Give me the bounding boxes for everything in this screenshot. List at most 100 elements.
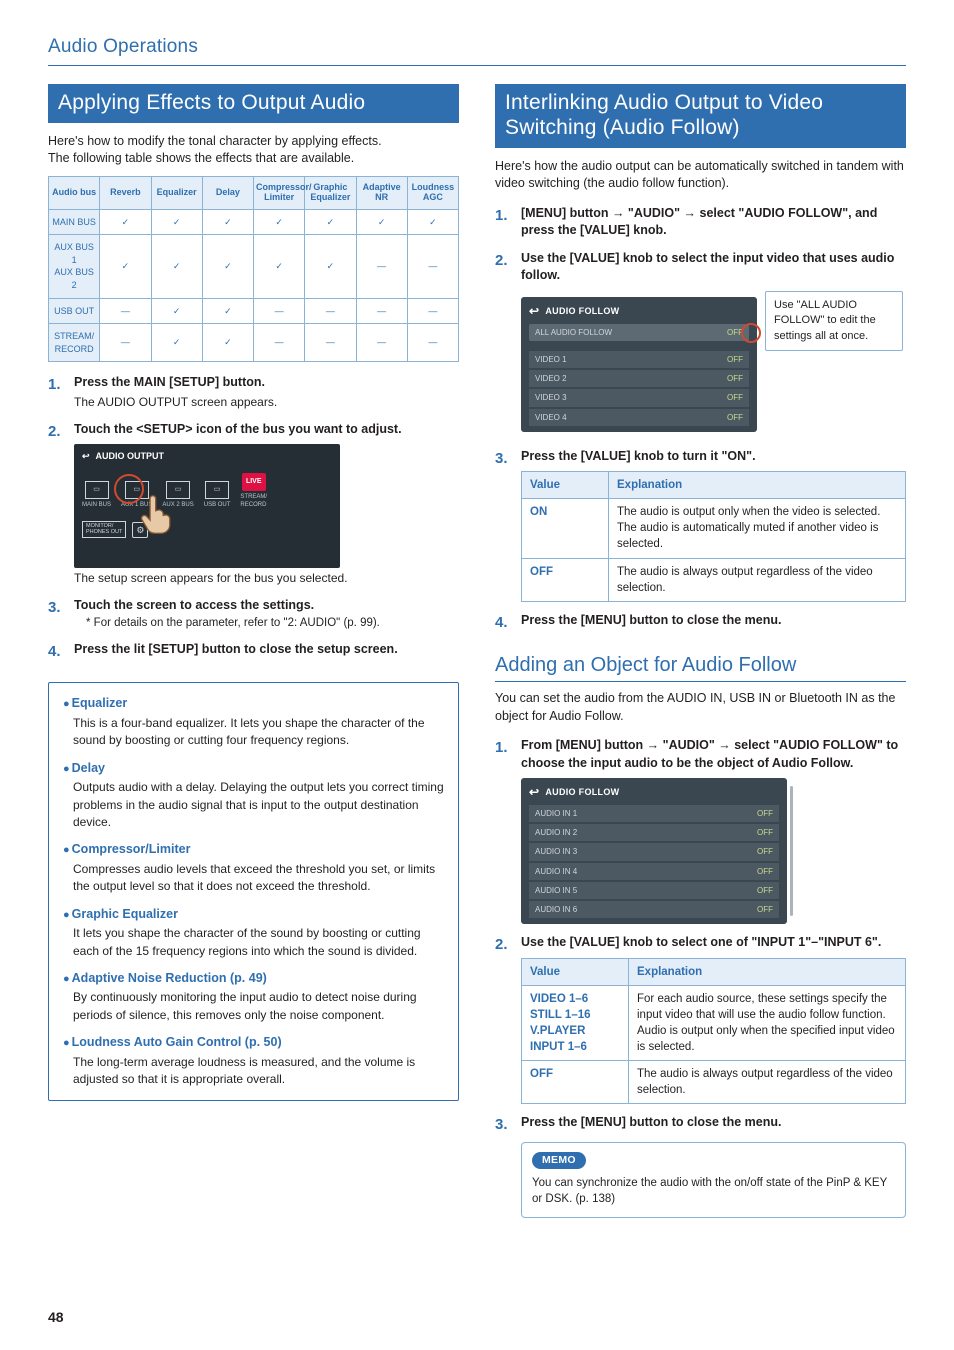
gear-icon: ⚙ [132, 522, 148, 538]
scrollbar-icon [790, 786, 793, 916]
effects-cell: ✓ [100, 235, 151, 298]
effects-cell: — [254, 298, 305, 324]
bullet-text: The long-term average loudness is measur… [73, 1054, 444, 1089]
screen-row: AUDIO IN 3OFF [529, 843, 779, 860]
screen-row: AUDIO IN 1OFF [529, 805, 779, 822]
right-steps-b: From [MENU] button → "AUDIO" → select "A… [495, 737, 906, 1132]
effects-cell: — [254, 324, 305, 362]
audio-follow-screen-b: ↩AUDIO FOLLOW AUDIO IN 1OFFAUDIO IN 2OFF… [521, 778, 787, 924]
effects-row-header: USB OUT [49, 298, 100, 324]
callout-ring-icon [741, 323, 761, 343]
effects-cell: ✓ [254, 235, 305, 298]
bullet-heading: Delay [63, 760, 444, 778]
effects-row-header: AUX BUS 1AUX BUS 2 [49, 235, 100, 298]
value-table-b: Value Explanation VIDEO 1–6STILL 1–16V.P… [521, 958, 906, 1105]
screen-row: AUDIO IN 2OFF [529, 824, 779, 841]
right-title: Interlinking Audio Output to Video Switc… [495, 84, 906, 148]
ra-step1: [MENU] button → "AUDIO" → select "AUDIO … [521, 205, 906, 240]
sub-intro: You can set the audio from the AUDIO IN,… [495, 690, 906, 725]
memo-box: MEMO You can synchronize the audio with … [521, 1142, 906, 1218]
bullet-text: It lets you shape the character of the s… [73, 925, 444, 960]
highlight-ring-icon [114, 474, 144, 504]
value-cell: OFF [522, 1061, 629, 1104]
asterisk-note: * For details on the parameter, refer to… [86, 615, 459, 631]
screen-row: VIDEO 1OFF [529, 351, 749, 368]
step-note: The AUDIO OUTPUT screen appears. [74, 394, 459, 411]
explanation-cell: For each audio source, these settings sp… [629, 985, 906, 1060]
left-steps: Press the MAIN [SETUP] button. The AUDIO … [48, 374, 459, 658]
step-title: Press the MAIN [SETUP] button. [74, 374, 459, 392]
effects-cell: — [100, 324, 151, 362]
step-title: Touch the screen to access the settings. [74, 597, 459, 615]
effects-col-header: Equalizer [151, 176, 202, 209]
effects-cell: ✓ [202, 235, 253, 298]
effects-cell: ✓ [407, 209, 458, 235]
bullet-heading: Adaptive Noise Reduction (p. 49) [63, 970, 444, 988]
effects-row-header: MAIN BUS [49, 209, 100, 235]
bullet-heading: Graphic Equalizer [63, 906, 444, 924]
header-rule [48, 65, 906, 66]
ra-step2: Use the [VALUE] knob to select the input… [521, 250, 906, 285]
effects-cell: ✓ [151, 298, 202, 324]
memo-tag: MEMO [532, 1152, 586, 1169]
effects-cell: ✓ [202, 298, 253, 324]
back-arrow-icon: ↩ [82, 450, 90, 463]
value-cell: VIDEO 1–6STILL 1–16V.PLAYERINPUT 1–6 [522, 985, 629, 1060]
bus-tile: ▭MAIN BUS [82, 481, 111, 509]
value-cell: ON [522, 499, 609, 558]
step-title: Press the lit [SETUP] button to close th… [74, 641, 459, 659]
effects-cell: ✓ [202, 209, 253, 235]
left-title: Applying Effects to Output Audio [48, 84, 459, 123]
rb-step1: From [MENU] button → "AUDIO" → select "A… [521, 737, 906, 772]
step-note: The setup screen appears for the bus you… [74, 570, 459, 587]
effects-cell: — [356, 324, 407, 362]
effects-cell: — [356, 235, 407, 298]
effects-cell: ✓ [100, 209, 151, 235]
bullet-heading: Loudness Auto Gain Control (p. 50) [63, 1034, 444, 1052]
back-arrow-icon: ↩ [529, 303, 539, 320]
bullet-text: By continuously monitoring the input aud… [73, 989, 444, 1024]
ra-step3: Press the [VALUE] knob to turn it "ON". [521, 448, 906, 466]
effects-col-header: GraphicEqualizer [305, 176, 356, 209]
effects-cell: — [407, 324, 458, 362]
effects-col-header: AdaptiveNR [356, 176, 407, 209]
bus-tile: LIVESTREAM/RECORD [240, 473, 267, 510]
screen-row: AUDIO IN 6OFF [529, 901, 779, 918]
explanation-cell: The audio is output only when the video … [609, 499, 906, 558]
effects-cell: — [305, 324, 356, 362]
left-intro-2: The following table shows the effects th… [48, 150, 459, 168]
screen-row: AUDIO IN 5OFF [529, 882, 779, 899]
bullet-heading: Equalizer [63, 695, 444, 713]
effects-cell: — [356, 298, 407, 324]
effects-cell: ✓ [151, 209, 202, 235]
audio-output-screen: ↩AUDIO OUTPUT▭MAIN BUS▭AUX 1 BUS▭AUX 2 B… [74, 444, 340, 568]
effects-cell: — [100, 298, 151, 324]
left-intro-1: Here's how to modify the tonal character… [48, 133, 459, 151]
effects-col-header: Reverb [100, 176, 151, 209]
effects-cell: ✓ [356, 209, 407, 235]
bus-tile: ▭USB OUT [204, 481, 231, 509]
right-steps-a: [MENU] button → "AUDIO" → select "AUDIO … [495, 205, 906, 629]
effects-cell: ✓ [254, 209, 305, 235]
rb-step3: Press the [MENU] button to close the men… [521, 1114, 906, 1132]
bullet-heading: Compressor/Limiter [63, 841, 444, 859]
effects-col-header: Delay [202, 176, 253, 209]
section-header: Audio Operations [48, 34, 906, 61]
bullet-text: Outputs audio with a delay. Delaying the… [73, 779, 444, 831]
effects-descriptions: EqualizerThis is a four-band equalizer. … [48, 682, 459, 1101]
effects-col-header: LoudnessAGC [407, 176, 458, 209]
effects-cell: ✓ [305, 235, 356, 298]
screen-row: VIDEO 3OFF [529, 389, 749, 406]
effects-row-header: STREAM/RECORD [49, 324, 100, 362]
screen-row: AUDIO IN 4OFF [529, 863, 779, 880]
bus-tile: ▭AUX 2 BUS [162, 481, 193, 509]
effects-col-header: Audio bus [49, 176, 100, 209]
value-table-a: Value Explanation ONThe audio is output … [521, 471, 906, 602]
screen-row: VIDEO 4OFF [529, 409, 749, 426]
effects-cell: ✓ [151, 235, 202, 298]
memo-text: You can synchronize the audio with the o… [532, 1175, 895, 1207]
page-number: 48 [48, 1308, 64, 1328]
explanation-cell: The audio is always output regardless of… [609, 558, 906, 601]
rb-step2: Use the [VALUE] knob to select one of "I… [521, 934, 906, 952]
effects-cell: — [305, 298, 356, 324]
